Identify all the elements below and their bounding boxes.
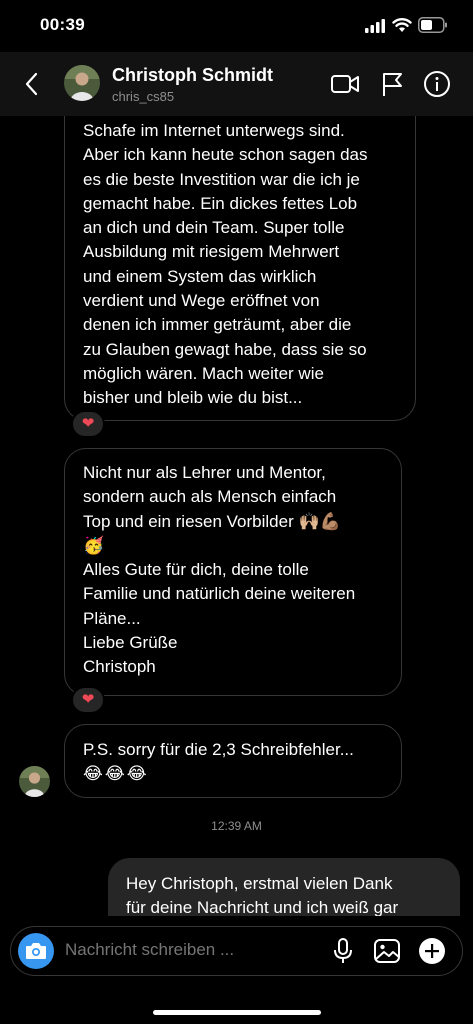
flag-icon[interactable] <box>378 70 408 98</box>
message-text-line: Aber ich kann heute schon sagen das <box>83 145 368 165</box>
message-text-line: Ausbildung mit riesigem Mehrwert <box>83 242 340 262</box>
message-text-line: Pläne... <box>83 608 141 628</box>
message-text-line: für deine Nachricht und ich weiß gar <box>126 898 399 916</box>
message-text-line: Top und ein riesen Vorbilder 🙌🏼💪🏽 <box>83 511 341 531</box>
message-text-line: verdient und Wege eröffnet von <box>83 291 320 311</box>
microphone-icon[interactable] <box>329 937 357 965</box>
incoming-message-bubble[interactable]: P.S. sorry für die 2,3 Schreibfehler... … <box>64 724 402 798</box>
message-text-line: Familie und natürlich deine weiteren <box>83 584 356 604</box>
message-text-line: Christoph <box>83 657 156 677</box>
video-call-icon[interactable] <box>330 70 360 98</box>
message-text-line: Alles Gute für dich, deine tolle <box>83 560 309 580</box>
camera-icon <box>26 943 46 959</box>
message-text-line: sondern auch als Mensch einfach <box>83 487 337 507</box>
outgoing-message-bubble[interactable]: Hey Christoph, erstmal vielen Dank für d… <box>108 858 460 916</box>
wifi-icon <box>392 18 412 32</box>
gallery-icon[interactable] <box>373 937 401 965</box>
contact-name[interactable]: Christoph Schmidt <box>112 65 273 86</box>
message-text-line: Liebe Grüße <box>83 633 178 653</box>
message-text-line: möglich wären. Mach weiter wie <box>83 363 324 383</box>
message-text-line: Nicht nur als Lehrer und Mentor, <box>83 463 326 482</box>
message-text-line: es die beste Investition war die ich je <box>83 169 360 189</box>
status-bar: 00:39 <box>0 0 473 52</box>
home-indicator[interactable] <box>153 1010 321 1015</box>
message-text-line: bisher und bleib wie du bist... <box>83 388 303 408</box>
status-time: 00:39 <box>40 15 85 34</box>
plus-icon[interactable] <box>418 937 446 965</box>
message-text-line: zu Glauben gewagt habe, dass sie so <box>83 339 367 359</box>
message-text-line: und einem System das wirklich <box>83 266 317 286</box>
chat-header: Christoph Schmidt chris_cs85 <box>0 52 473 116</box>
message-text-line: Hey Christoph, erstmal vielen Dank <box>126 874 393 893</box>
heart-reaction[interactable]: ❤ <box>71 686 105 714</box>
heart-reaction[interactable]: ❤ <box>71 410 105 438</box>
battery-icon <box>418 17 447 33</box>
incoming-message-bubble[interactable]: Schafe im Internet unterwegs sind. Aber … <box>64 116 416 421</box>
sender-avatar[interactable] <box>19 766 50 797</box>
message-timestamp: 12:39 AM <box>211 819 262 833</box>
contact-handle[interactable]: chris_cs85 <box>112 89 174 104</box>
message-text-line: gemacht habe. Ein dickes fettes Lob <box>83 193 358 213</box>
message-text-line: Schafe im Internet unterwegs sind. <box>83 121 345 140</box>
message-thread[interactable]: Schafe im Internet unterwegs sind. Aber … <box>0 116 473 916</box>
message-composer <box>10 926 463 976</box>
info-icon[interactable] <box>422 70 452 98</box>
contact-avatar[interactable] <box>64 65 100 101</box>
message-text-line: 🥳 <box>83 535 105 555</box>
message-text-line: an dich und dein Team. Super tolle <box>83 218 345 238</box>
message-input[interactable] <box>65 940 325 960</box>
message-text-line: 😂😂😂 <box>83 764 149 784</box>
camera-button[interactable] <box>18 933 54 969</box>
message-text-line: denen ich immer geträumt, aber die <box>83 315 352 335</box>
incoming-message-bubble[interactable]: Nicht nur als Lehrer und Mentor, sondern… <box>64 448 402 696</box>
cellular-signal-icon <box>365 19 385 33</box>
back-arrow-icon[interactable] <box>20 70 44 98</box>
message-text-line: P.S. sorry für die 2,3 Schreibfehler... <box>83 740 354 759</box>
